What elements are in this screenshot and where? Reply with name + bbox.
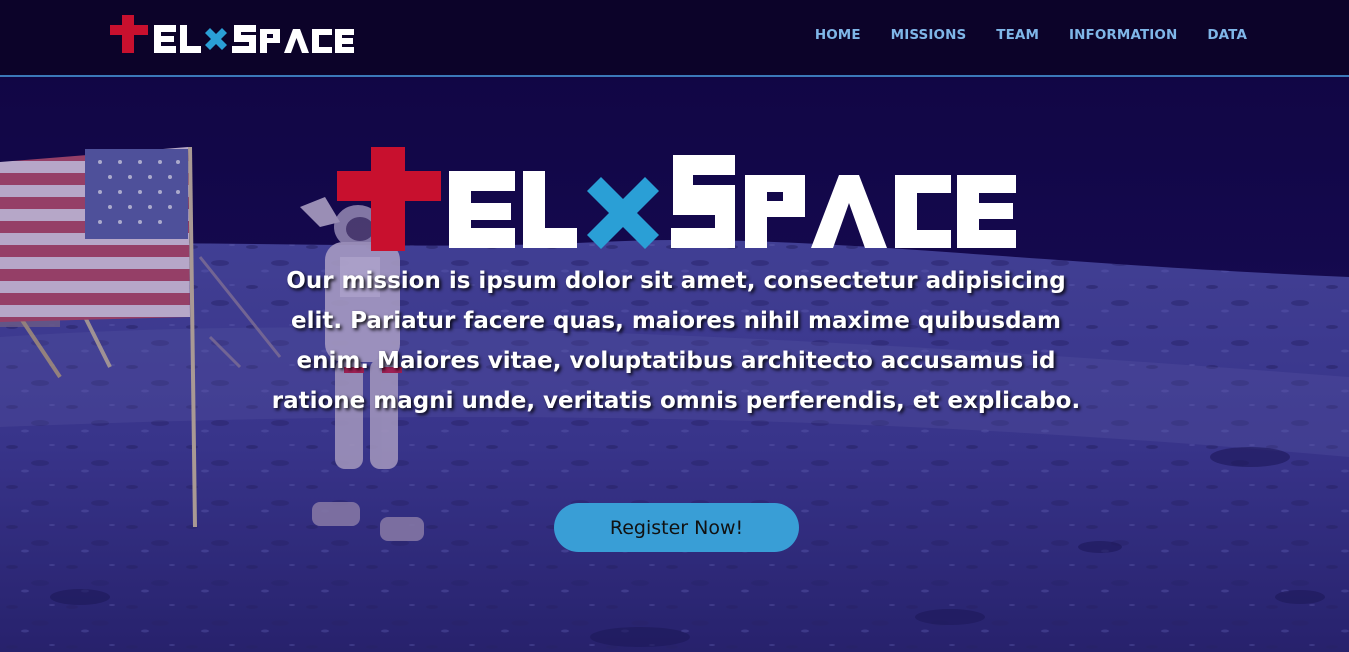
hero-logo-letter-a: [811, 175, 887, 248]
nav-team-link[interactable]: TEAM: [996, 27, 1039, 43]
logo-letter-e: [154, 25, 176, 53]
hero-logo-letter-e: [449, 171, 515, 248]
nav-missions-link[interactable]: MISSIONS: [891, 27, 967, 43]
logo-cross-horizontal: [110, 25, 148, 35]
page: HOME MISSIONS TEAM INFORMATION DATA Our …: [0, 0, 1349, 652]
mission-statement: Our mission is ipsum dolor sit amet, con…: [271, 268, 1081, 414]
navbar: HOME MISSIONS TEAM INFORMATION DATA: [0, 0, 1349, 77]
logo-letter-l: [180, 25, 201, 53]
logo-letter-c: [312, 29, 332, 53]
hero-logo-letter-c: [895, 175, 951, 248]
logo-letter-s: [232, 25, 256, 53]
main-nav: HOME MISSIONS TEAM INFORMATION DATA: [815, 27, 1247, 43]
logo-letter-a: [284, 29, 309, 53]
logo-x-icon: [205, 28, 227, 50]
nav-data-link[interactable]: DATA: [1207, 27, 1247, 43]
hero-logo-letter-p: [745, 175, 805, 248]
hero-logo-letter-l: [523, 171, 577, 248]
register-now-button[interactable]: Register Now!: [554, 503, 799, 552]
nav-information-link[interactable]: INFORMATION: [1069, 27, 1177, 43]
hero-logo-cross-horizontal: [337, 171, 441, 201]
telxspace-hero-logo: [337, 147, 1016, 251]
hero-logo-letter-s: [671, 155, 735, 248]
hero-logo-x-icon: [587, 177, 659, 249]
nav-home-link[interactable]: HOME: [815, 27, 861, 43]
telxspace-logo-small: [110, 15, 354, 53]
nav-logo[interactable]: [110, 15, 355, 54]
logo-letter-p: [260, 29, 280, 53]
hero-logo-letter-e2: [957, 175, 1016, 248]
logo-letter-e2: [335, 29, 354, 53]
hero-section: Our mission is ipsum dolor sit amet, con…: [0, 77, 1349, 652]
